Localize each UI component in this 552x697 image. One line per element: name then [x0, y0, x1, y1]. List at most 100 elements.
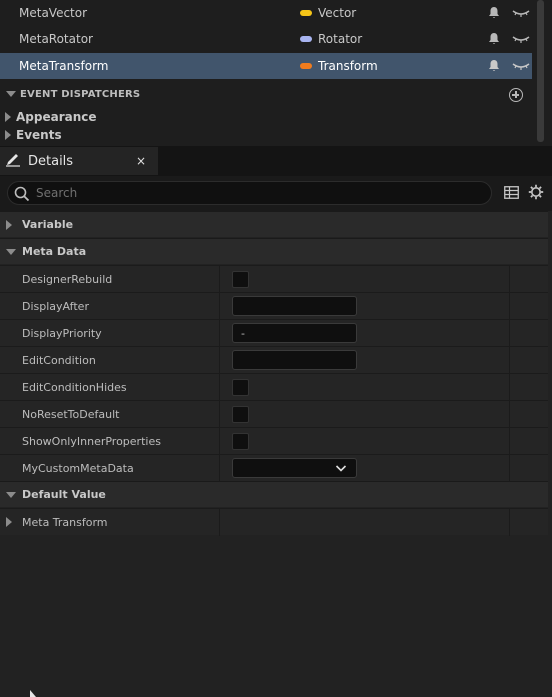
expand-arrow-icon — [6, 91, 16, 97]
chevron-down-icon — [335, 465, 347, 472]
section-default-value[interactable]: Default Value — [0, 481, 548, 507]
prop-row-editcondition: EditCondition — [0, 346, 548, 374]
replication-bell-icon[interactable] — [487, 59, 501, 73]
mouse-cursor-icon — [30, 690, 36, 697]
event-dispatchers-header[interactable]: EVENT DISPATCHERS — [0, 82, 532, 106]
section-label: Variable — [22, 218, 74, 231]
variable-type[interactable]: Rotator — [300, 32, 362, 46]
editconditionhides-checkbox[interactable] — [232, 379, 249, 396]
prop-row-displayafter: DisplayAfter — [0, 292, 548, 320]
column-divider — [509, 320, 510, 347]
section-label: Default Value — [22, 488, 106, 501]
column-divider — [509, 428, 510, 455]
editcondition-field[interactable] — [232, 350, 357, 370]
column-divider — [509, 266, 510, 293]
collapse-arrow-icon — [6, 517, 12, 527]
variable-row-metatransform[interactable]: MetaTransform Transform — [0, 53, 532, 79]
prop-row-meta-transform[interactable]: Meta Transform — [0, 508, 548, 536]
variable-type-label: Transform — [318, 59, 378, 73]
displayafter-field[interactable] — [232, 296, 357, 316]
category-label: Events — [16, 128, 62, 142]
variable-name: MetaVector — [19, 6, 88, 20]
column-divider[interactable] — [219, 266, 220, 293]
property-name: ShowOnlyInnerProperties — [22, 435, 161, 448]
property-matrix-icon[interactable] — [504, 186, 519, 199]
property-name: Meta Transform — [22, 516, 108, 529]
collapse-arrow-icon — [5, 112, 11, 122]
search-input[interactable] — [36, 182, 476, 204]
column-divider — [509, 401, 510, 428]
prop-row-designerrebuild: DesignerRebuild — [0, 265, 548, 293]
prop-row-noresettodefault: NoResetToDefault — [0, 400, 548, 428]
variable-row-metarotator[interactable]: MetaRotator Rotator — [0, 26, 532, 52]
column-divider[interactable] — [219, 428, 220, 455]
variable-name: MetaRotator — [19, 32, 93, 46]
section-label: Meta Data — [22, 245, 87, 258]
column-divider[interactable] — [219, 401, 220, 428]
details-search-bar[interactable] — [7, 181, 492, 205]
property-name: NoResetToDefault — [22, 408, 120, 421]
expand-arrow-icon — [6, 491, 16, 498]
vector-type-pill — [300, 10, 312, 16]
vertical-scrollbar[interactable] — [537, 0, 544, 142]
column-divider — [509, 455, 510, 482]
column-divider — [509, 347, 510, 374]
column-divider[interactable] — [219, 293, 220, 320]
column-divider[interactable] — [219, 320, 220, 347]
showonlyinnerproperties-checkbox[interactable] — [232, 433, 249, 450]
column-divider — [509, 374, 510, 401]
section-variable[interactable]: Variable — [0, 211, 548, 237]
column-divider — [509, 293, 510, 320]
designerrebuild-checkbox[interactable] — [232, 271, 249, 288]
column-divider[interactable] — [219, 347, 220, 374]
collapse-arrow-icon — [6, 219, 12, 230]
transform-type-pill — [300, 63, 312, 69]
event-dispatchers-label: EVENT DISPATCHERS — [20, 88, 141, 100]
column-divider[interactable] — [219, 509, 220, 536]
variable-type-label: Vector — [318, 6, 357, 20]
property-name: DisplayPriority — [22, 327, 102, 340]
property-name: EditConditionHides — [22, 381, 127, 394]
column-divider — [509, 509, 510, 536]
property-name: MyCustomMetaData — [22, 462, 134, 475]
instance-editable-eye-icon[interactable] — [512, 7, 530, 19]
property-name: DisplayAfter — [22, 300, 89, 313]
pencil-icon — [6, 154, 20, 167]
prop-row-displaypriority: DisplayPriority — [0, 319, 548, 347]
prop-row-mycustommetadata: MyCustomMetaData — [0, 454, 548, 482]
tab-details[interactable]: Details × — [0, 147, 158, 175]
instance-editable-eye-icon[interactable] — [512, 60, 530, 72]
collapse-arrow-icon — [5, 130, 11, 140]
instance-editable-eye-icon[interactable] — [512, 33, 530, 45]
noresettodefault-checkbox[interactable] — [232, 406, 249, 423]
mycustommetadata-dropdown[interactable] — [232, 458, 357, 478]
tab-details-label: Details — [28, 153, 74, 169]
prop-row-showonlyinnerproperties: ShowOnlyInnerProperties — [0, 427, 548, 455]
rotator-type-pill — [300, 36, 312, 42]
details-panel-body: Variable Meta Data DesignerRebuild Displ… — [0, 211, 552, 697]
column-divider[interactable] — [219, 455, 220, 482]
variable-name: MetaTransform — [19, 59, 109, 73]
category-appearance[interactable]: Appearance — [0, 108, 532, 126]
gear-icon[interactable] — [528, 184, 544, 200]
category-label: Appearance — [16, 110, 97, 124]
column-divider[interactable] — [219, 374, 220, 401]
expand-arrow-icon — [6, 248, 16, 255]
property-name: EditCondition — [22, 354, 96, 367]
category-events[interactable]: Events — [0, 126, 532, 144]
variable-row-metavector[interactable]: MetaVector Vector — [0, 0, 532, 26]
displaypriority-field[interactable] — [232, 323, 357, 343]
my-blueprint-panel: MetaVector Vector MetaRotator Rotator Me… — [0, 0, 552, 146]
property-name: DesignerRebuild — [22, 273, 113, 286]
add-event-dispatcher-icon[interactable] — [509, 88, 523, 102]
section-meta-data[interactable]: Meta Data — [0, 238, 548, 264]
variable-type-label: Rotator — [318, 32, 363, 46]
details-tabbar: Details × — [0, 146, 552, 176]
close-tab-icon[interactable]: × — [136, 154, 146, 168]
variable-type[interactable]: Transform — [300, 59, 378, 73]
replication-bell-icon[interactable] — [487, 32, 501, 46]
prop-row-editconditionhides: EditConditionHides — [0, 373, 548, 401]
replication-bell-icon[interactable] — [487, 6, 501, 20]
variable-type[interactable]: Vector — [300, 6, 356, 20]
search-icon — [14, 186, 30, 202]
